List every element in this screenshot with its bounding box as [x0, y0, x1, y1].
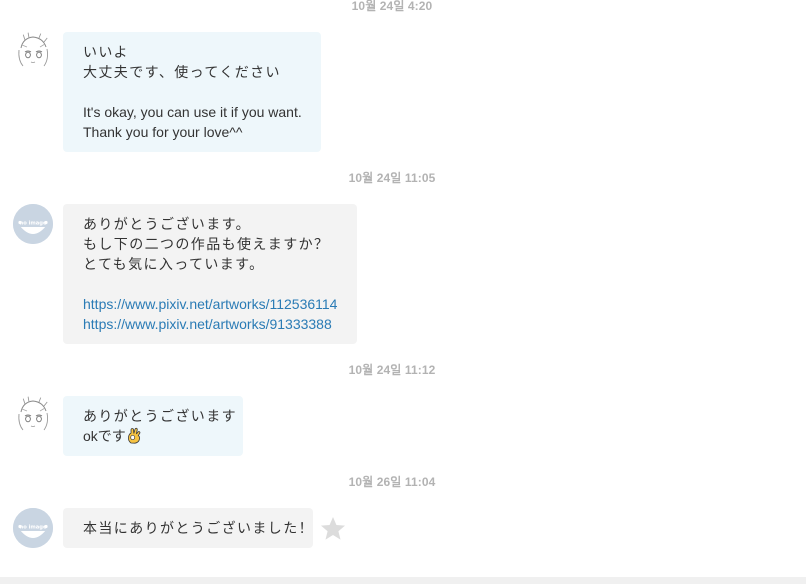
user-avatar[interactable]: no image [13, 508, 53, 548]
message-text-line: ありがとうございます [83, 408, 237, 424]
artwork-link[interactable]: https://www.pixiv.net/artworks/91333388 [83, 314, 337, 334]
default-user-avatar-icon: no image [13, 508, 53, 548]
message-text-line: okです [83, 426, 223, 446]
message-text-line: Thank you for your love^^ [83, 124, 243, 140]
message-text-line: 本当にありがとうございました！ [83, 520, 314, 536]
message-text-line: 大丈夫です、使ってください [83, 64, 281, 80]
message-timestamp: 10월 26일 11:04 [348, 475, 436, 489]
message-bubble: いいよ 大丈夫です、使ってください It's okay, you can use… [63, 32, 321, 152]
user-avatar[interactable] [13, 396, 53, 436]
default-user-avatar-icon: no image [13, 204, 53, 244]
message-text-line: もし下の二つの作品も使えますか？ [83, 236, 330, 252]
message-bubble: ありがとうございます。 もし下の二つの作品も使えますか？ とても気に入っています… [63, 204, 357, 344]
star-icon[interactable] [319, 515, 347, 543]
sketch-character-avatar-icon [18, 396, 49, 431]
message-timestamp: 10월 24일 4:20 [351, 0, 433, 13]
message-text-line: ありがとうございます。 [83, 216, 251, 232]
svg-text:no image: no image [20, 525, 47, 531]
message-timestamp: 10월 24일 11:05 [348, 171, 436, 185]
svg-text:no image: no image [20, 221, 47, 227]
message-timestamp: 10월 24일 11:12 [348, 363, 436, 377]
message-text-line: とても気に入っています。 [83, 256, 265, 272]
message-thread: 10월 24일 4:20 いいよ 大丈夫です、使ってください It's okay… [0, 0, 806, 584]
message-text-line: It's okay, you can use it if you want. [83, 104, 302, 120]
message-text-line: いいよ [83, 44, 129, 60]
message-text: okです [83, 428, 126, 444]
ok-hand-emoji-icon [127, 427, 141, 444]
message-bubble: ありがとうございます okです [63, 396, 243, 456]
artwork-link[interactable]: https://www.pixiv.net/artworks/112536114 [83, 294, 337, 314]
message-bubble: 本当にありがとうございました！ [63, 508, 313, 548]
user-avatar[interactable] [13, 32, 53, 72]
sketch-character-avatar-icon [18, 32, 49, 67]
user-avatar[interactable]: no image [13, 204, 53, 244]
footer-divider [0, 577, 806, 584]
